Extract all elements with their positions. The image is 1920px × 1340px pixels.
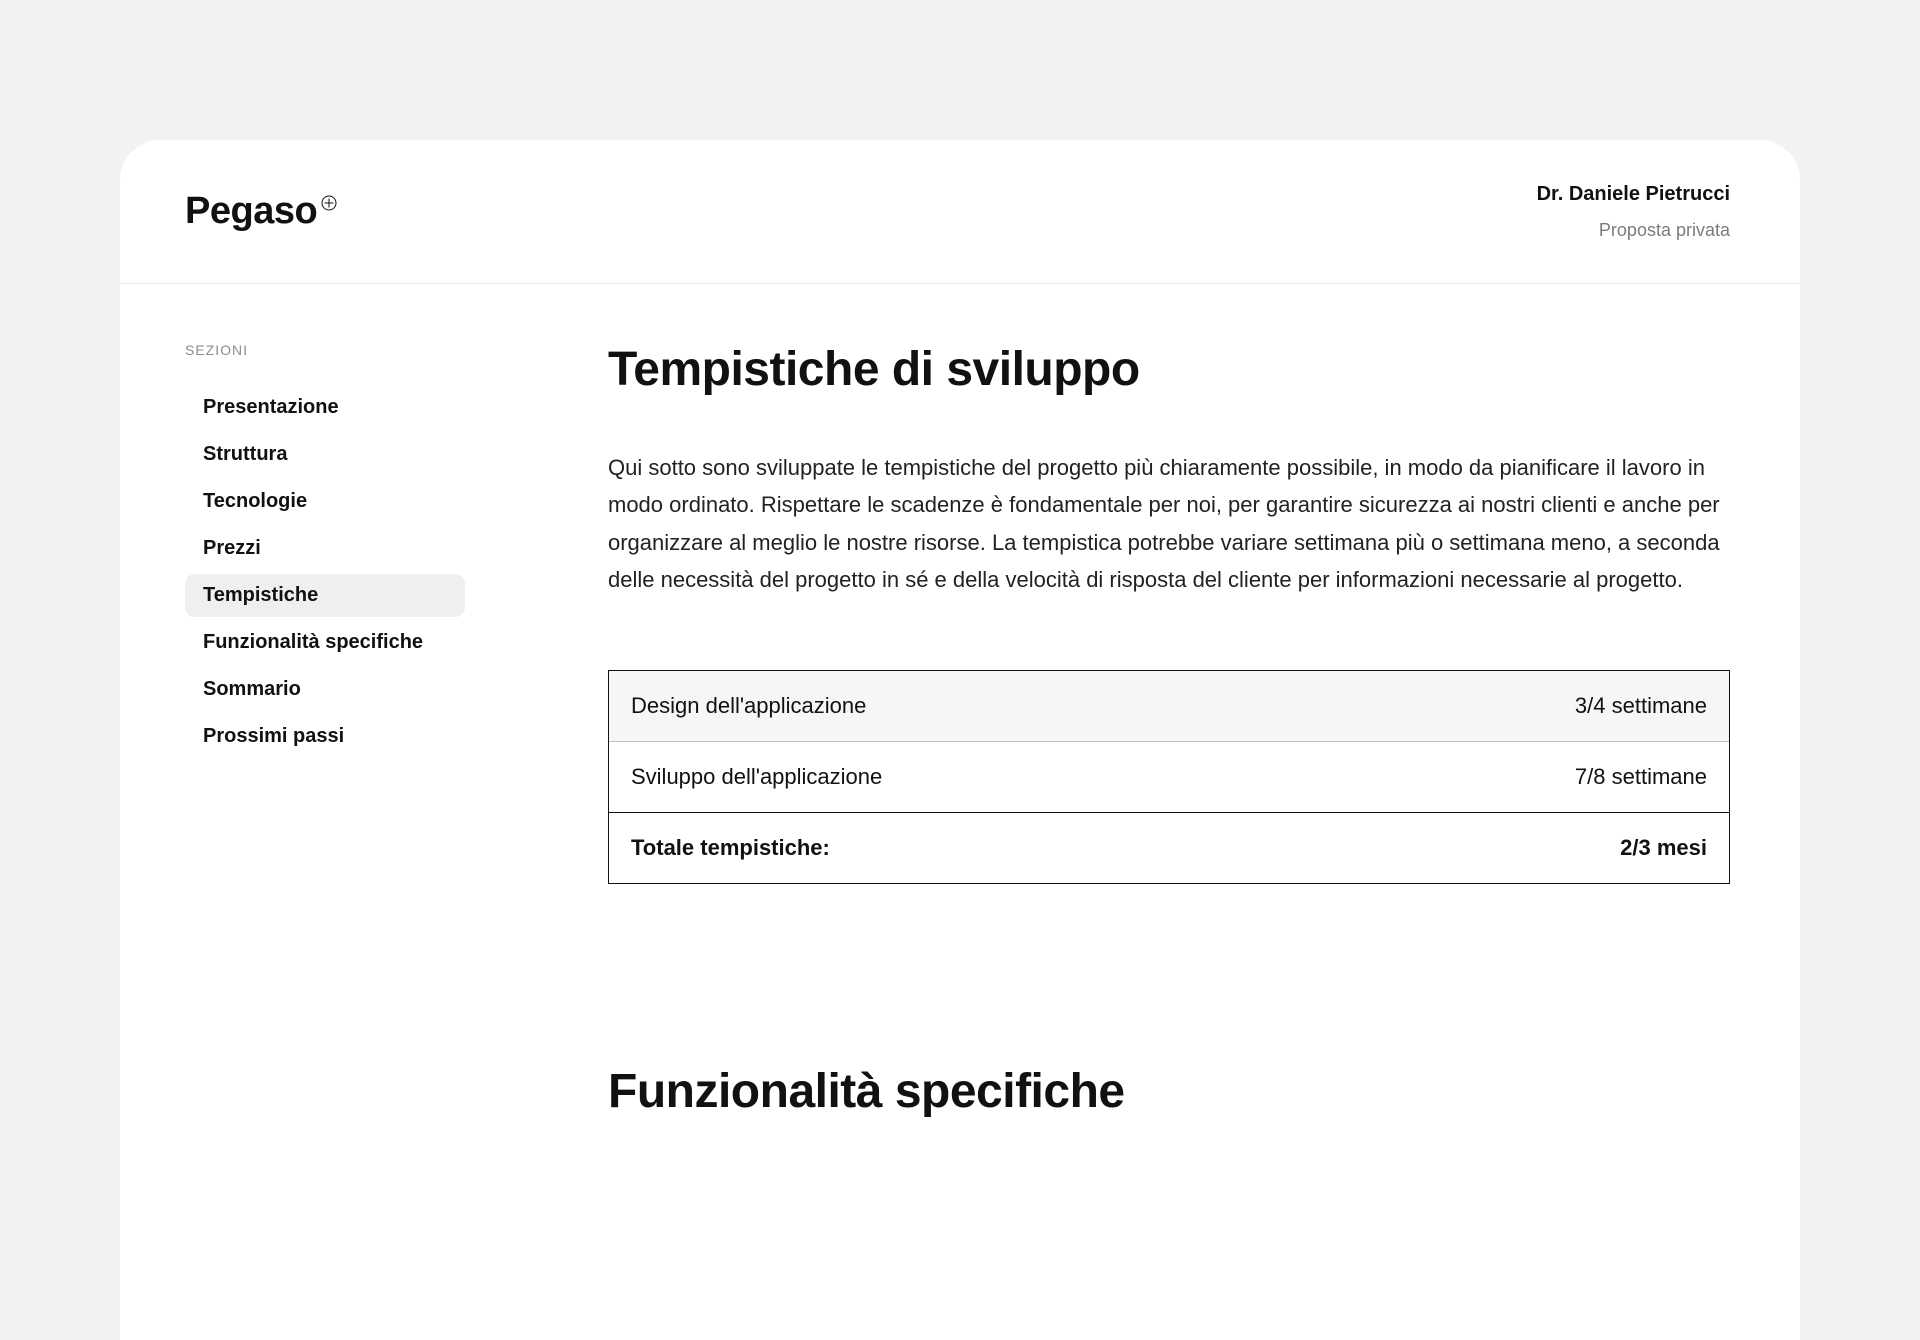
- sidebar-item[interactable]: Sommario: [185, 668, 465, 711]
- timeline-table: Design dell'applicazione 3/4 settimane Svi…: [608, 670, 1730, 884]
- sidebar-item[interactable]: Tempistiche: [185, 574, 465, 617]
- timeline-row-label: Sviluppo dell'applicazione: [631, 764, 882, 790]
- section-title: Tempistiche di sviluppo: [608, 342, 1730, 397]
- header-client-block: Dr. Daniele Pietrucci Proposta privata: [1537, 178, 1730, 245]
- timeline-row-value: 7/8 settimane: [1575, 764, 1707, 790]
- sidebar-item[interactable]: Tecnologie: [185, 480, 465, 523]
- client-name: Dr. Daniele Pietrucci: [1537, 178, 1730, 210]
- sidebar-item[interactable]: Prezzi: [185, 527, 465, 570]
- plus-circle-icon: [321, 195, 337, 216]
- timeline-row-value: 2/3 mesi: [1620, 835, 1707, 861]
- section-paragraph: Qui sotto sono sviluppate le tempistiche…: [608, 449, 1730, 599]
- logo: Pegaso: [185, 192, 337, 230]
- client-subtitle: Proposta privata: [1537, 216, 1730, 245]
- header: Pegaso Dr. Daniele Pietrucci Proposta pr…: [120, 140, 1800, 284]
- sidebar-item[interactable]: Funzionalità specifiche: [185, 621, 465, 664]
- timeline-row-label: Design dell'applicazione: [631, 693, 866, 719]
- sidebar-item[interactable]: Presentazione: [185, 386, 465, 429]
- logo-text: Pegaso: [185, 192, 317, 230]
- timeline-row: Totale tempistiche: 2/3 mesi: [609, 812, 1729, 883]
- sidebar: SEZIONI PresentazioneStrutturaTecnologie…: [185, 342, 480, 1120]
- body: SEZIONI PresentazioneStrutturaTecnologie…: [120, 284, 1800, 1120]
- timeline-row-value: 3/4 settimane: [1575, 693, 1707, 719]
- sidebar-label: SEZIONI: [185, 342, 480, 358]
- sidebar-item[interactable]: Struttura: [185, 433, 465, 476]
- sidebar-item[interactable]: Prossimi passi: [185, 715, 465, 758]
- timeline-row: Design dell'applicazione 3/4 settimane: [609, 671, 1729, 741]
- document-card: Pegaso Dr. Daniele Pietrucci Proposta pr…: [120, 140, 1800, 1340]
- next-section-title: Funzionalità specifiche: [608, 1064, 1730, 1119]
- timeline-row: Sviluppo dell'applicazione 7/8 settimane: [609, 741, 1729, 812]
- content: Tempistiche di sviluppo Qui sotto sono s…: [480, 342, 1730, 1120]
- sidebar-list: PresentazioneStrutturaTecnologiePrezziTe…: [185, 386, 480, 758]
- timeline-row-label: Totale tempistiche:: [631, 835, 830, 861]
